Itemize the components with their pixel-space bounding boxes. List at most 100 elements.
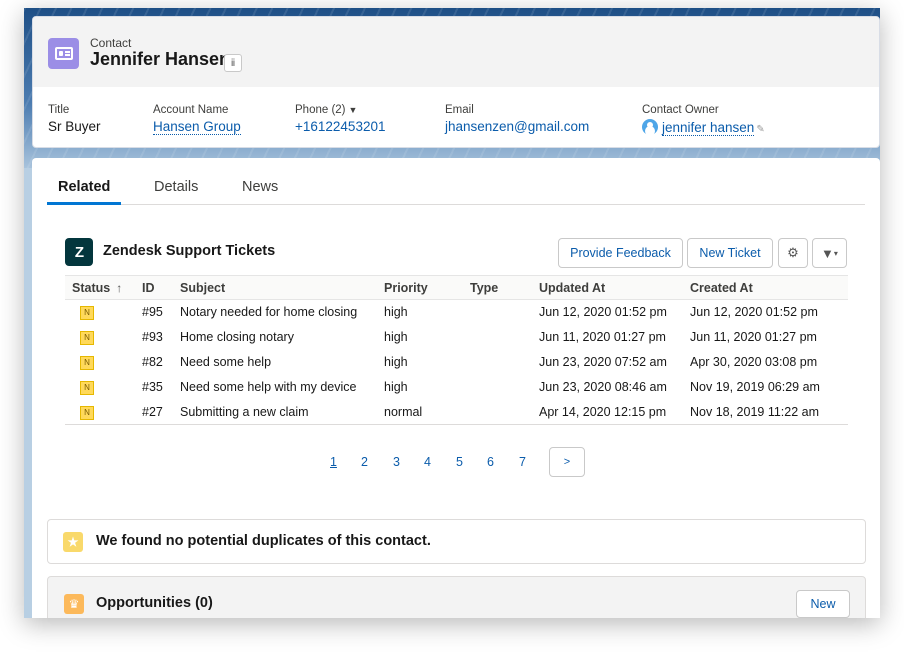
crown-icon: ♛ [64, 594, 84, 614]
ticket-created: Jun 11, 2020 01:27 pm [690, 330, 817, 344]
duplicate-icon: ★ [63, 532, 83, 552]
field-phone: Phone (2) ▼ +16122453201 [295, 104, 385, 134]
duplicates-message: We found no potential duplicates of this… [96, 533, 431, 549]
status-badge: N [80, 306, 94, 321]
page-link-3[interactable]: 3 [393, 455, 400, 469]
ticket-type [463, 325, 532, 350]
field-contact-owner: Contact Owner jennifer hansen ✎ [642, 104, 765, 136]
ticket-subject[interactable]: Submitting a new claim [173, 399, 377, 425]
contact-icon [48, 38, 79, 69]
ticket-id: #27 [135, 399, 173, 425]
field-label: Title [48, 104, 70, 116]
column-header-updated[interactable]: Updated At [532, 275, 683, 300]
ticket-id: #95 [142, 305, 163, 320]
tickets-table: Status ↑ ID Subject Priority Type Updated… [65, 275, 848, 425]
ticket-subject[interactable]: Home closing notary [173, 325, 377, 350]
status-badge: N [80, 356, 94, 370]
change-owner-icon[interactable]: ✎ [756, 124, 764, 135]
app-window: Contact Jennifer Hansen ⅱ Title Sr Buyer… [24, 8, 880, 618]
page-link-7[interactable]: 7 [519, 455, 526, 469]
column-header-priority[interactable]: Priority [377, 275, 463, 300]
provide-feedback-button[interactable]: Provide Feedback [558, 238, 683, 268]
ticket-type [463, 399, 532, 425]
ticket-created: Jun 12, 2020 01:52 pm [690, 305, 818, 320]
table-header-row: Status ↑ ID Subject Priority Type Updated… [65, 275, 848, 300]
column-header-created[interactable]: Created At [683, 275, 848, 300]
column-header-subject[interactable]: Subject [173, 275, 377, 300]
column-header-type[interactable]: Type [463, 275, 532, 300]
opportunities-card: ♛ Opportunities (0) New [47, 576, 866, 618]
ticket-id: #35 [142, 380, 163, 394]
new-ticket-button[interactable]: New Ticket [687, 238, 773, 268]
field-account-name: Account Name Hansen Group [153, 104, 241, 135]
ticket-created: Apr 30, 2020 03:08 pm [690, 355, 818, 369]
tab-news[interactable]: News [231, 176, 289, 205]
ticket-priority: high [384, 305, 408, 320]
ticket-updated: Jun 23, 2020 08:46 am [539, 380, 667, 394]
page-link-6[interactable]: 6 [487, 455, 494, 469]
sort-arrow-icon[interactable]: ↑ [116, 281, 122, 295]
tab-bar: Related Details News [47, 176, 865, 205]
ticket-type [463, 375, 532, 400]
next-page-button[interactable]: > [549, 447, 585, 477]
filter-icon[interactable]: ▼ ▾ [812, 238, 847, 268]
status-badge: N [80, 405, 94, 420]
ticket-updated: Jun 23, 2020 07:52 am [539, 355, 667, 369]
column-header-id[interactable]: ID [135, 275, 173, 300]
status-badge: N [80, 331, 94, 345]
tab-details[interactable]: Details [143, 176, 209, 205]
ticket-subject[interactable]: Need some help with my device [173, 375, 377, 400]
gear-icon[interactable]: ⚙ [778, 238, 808, 268]
caret-down-icon[interactable]: ▼ [349, 105, 358, 115]
owner-link[interactable]: jennifer hansen [662, 120, 755, 136]
field-email: Email jhansenzen@gmail.com [445, 104, 589, 134]
ticket-priority: high [384, 380, 408, 394]
ticket-priority: high [384, 355, 408, 369]
opportunities-title[interactable]: Opportunities (0) [96, 595, 213, 611]
ticket-priority: high [384, 330, 408, 344]
main-panel: Related Details News Z Zendesk Support T… [32, 158, 880, 618]
email-link[interactable]: jhansenzen@gmail.com [445, 119, 589, 134]
ticket-updated: Jun 12, 2020 01:52 pm [539, 305, 667, 320]
ticket-type [463, 350, 532, 375]
field-label: Phone (2) [295, 104, 346, 116]
ticket-priority: normal [377, 399, 463, 425]
avatar [642, 119, 658, 135]
table-row[interactable]: N #82 Need some help high Jun 23, 2020 0… [65, 350, 848, 375]
ticket-created: Nov 19, 2019 06:29 am [690, 380, 820, 394]
page-link-2[interactable]: 2 [361, 455, 368, 469]
page-link-5[interactable]: 5 [456, 455, 463, 469]
hierarchy-icon[interactable]: ⅱ [224, 54, 242, 72]
page-link-4[interactable]: 4 [424, 455, 431, 469]
ticket-subject[interactable]: Need some help [173, 350, 377, 375]
table-row[interactable]: N #93 Home closing notary high Jun 11, 2… [65, 325, 848, 350]
status-badge: N [80, 381, 94, 395]
table-row[interactable]: N #95 Notary needed for home closing hig… [65, 300, 848, 325]
table-row[interactable]: N #27 Submitting a new claim normal Apr … [65, 399, 848, 425]
zendesk-header: Z Zendesk Support Tickets Provide Feedba… [65, 238, 862, 268]
zendesk-title: Zendesk Support Tickets [103, 243, 276, 259]
ticket-created: Nov 18, 2019 11:22 am [683, 399, 848, 425]
ticket-type [463, 300, 532, 325]
field-title: Title Sr Buyer [48, 104, 101, 134]
column-header-status[interactable]: Status ↑ [65, 275, 135, 300]
tab-related[interactable]: Related [47, 176, 122, 205]
record-name: Jennifer Hansen [90, 49, 231, 69]
ticket-updated: Jun 11, 2020 01:27 pm [539, 330, 666, 344]
field-label: Contact Owner [642, 104, 719, 116]
ticket-id: #93 [142, 330, 163, 344]
new-opportunity-button[interactable]: New [796, 590, 850, 618]
page-link-1[interactable]: 1 [330, 455, 337, 469]
record-header-top: Contact Jennifer Hansen ⅱ [33, 17, 879, 87]
table-row[interactable]: N #35 Need some help with my device high… [65, 375, 848, 400]
phone-link[interactable]: +16122453201 [295, 119, 385, 134]
duplicates-card: ★ We found no potential duplicates of th… [47, 519, 866, 564]
ticket-updated: Apr 14, 2020 12:15 pm [532, 399, 683, 425]
record-header: Contact Jennifer Hansen ⅱ Title Sr Buyer… [32, 16, 880, 148]
field-label: Account Name [153, 104, 229, 116]
field-label: Email [445, 104, 474, 116]
field-value: Sr Buyer [48, 119, 101, 134]
ticket-id: #82 [142, 355, 163, 369]
account-link[interactable]: Hansen Group [153, 119, 241, 135]
ticket-subject[interactable]: Notary needed for home closing [173, 300, 377, 325]
